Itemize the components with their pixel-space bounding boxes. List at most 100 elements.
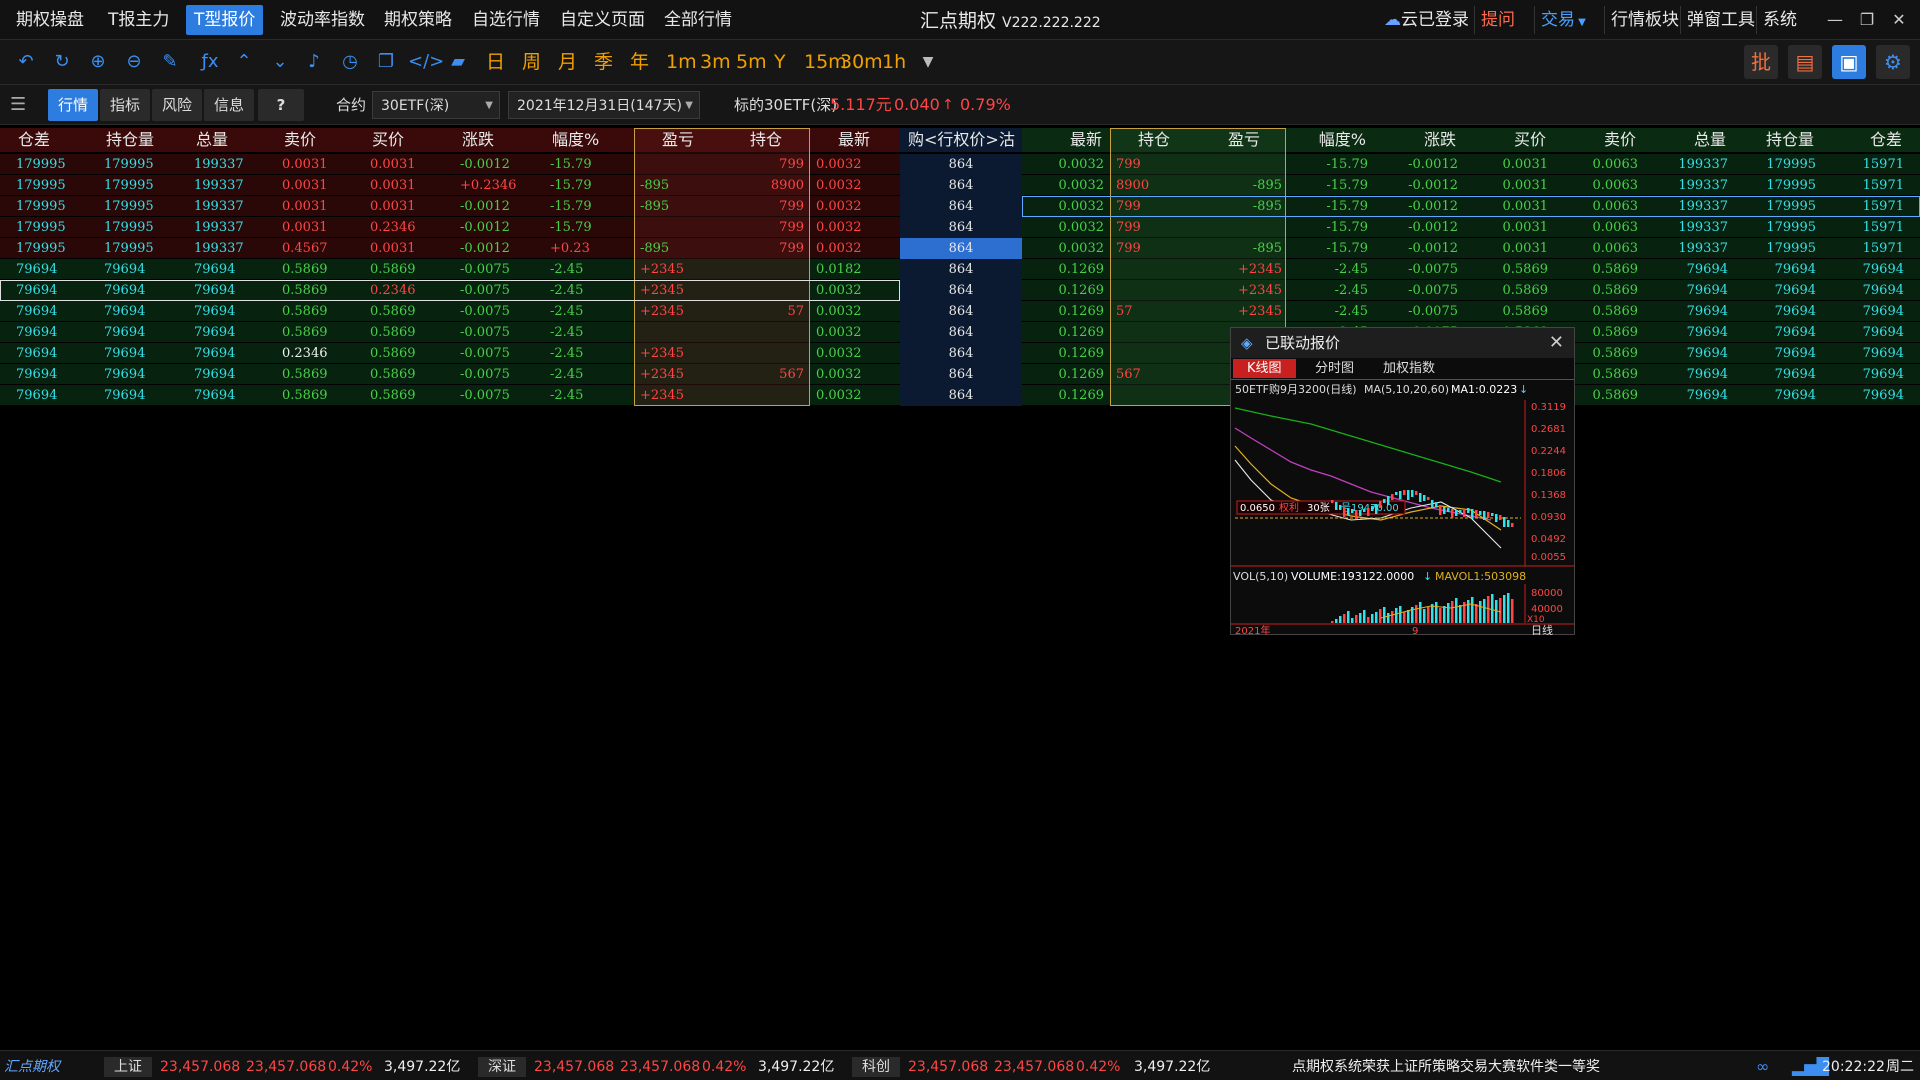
- put-last-cell[interactable]: 0.1269: [1022, 301, 1110, 322]
- call-change-cell[interactable]: -0.0012: [454, 154, 542, 175]
- period-30m[interactable]: 30m: [840, 48, 883, 76]
- put-pct-cell[interactable]: -15.79: [1286, 217, 1374, 238]
- call-pnl-cell[interactable]: -895: [634, 175, 722, 196]
- put-ask-cell[interactable]: 0.5869: [1556, 301, 1644, 322]
- put-bid-cell[interactable]: 0.0031: [1466, 175, 1554, 196]
- put-pnl-cell[interactable]: +2345: [1200, 301, 1288, 322]
- restore-icon[interactable]: ❐: [1852, 6, 1882, 34]
- put-bid-cell[interactable]: 0.5869: [1466, 280, 1554, 301]
- call-bid-cell[interactable]: 0.0031: [364, 196, 452, 217]
- call-last-cell[interactable]: 0.0032: [810, 301, 898, 322]
- call-position-cell[interactable]: 8900: [722, 175, 810, 196]
- call-change-cell[interactable]: -0.0012: [454, 217, 542, 238]
- call-position-cell[interactable]: [722, 322, 810, 343]
- call-pnl-cell[interactable]: +2345: [634, 259, 722, 280]
- put-change-cell[interactable]: -0.0075: [1376, 259, 1464, 280]
- put-change-cell[interactable]: -0.0012: [1376, 175, 1464, 196]
- put-oi-cell[interactable]: 179995: [1734, 217, 1822, 238]
- call-volume-cell[interactable]: 199337: [188, 217, 276, 238]
- zoom-in-icon[interactable]: ⊕: [84, 48, 112, 76]
- put-oi-cell[interactable]: 79694: [1734, 364, 1822, 385]
- put-last-cell[interactable]: 0.1269: [1022, 364, 1110, 385]
- call-change-cell[interactable]: +0.2346: [454, 175, 542, 196]
- call-ask-cell[interactable]: 0.0031: [276, 154, 364, 175]
- put-last-cell[interactable]: 0.0032: [1022, 154, 1110, 175]
- period-year[interactable]: 年: [630, 48, 649, 76]
- put-last-cell[interactable]: 0.0032: [1022, 217, 1110, 238]
- nav-custom-page[interactable]: 自定义页面: [552, 5, 653, 35]
- strike-cell[interactable]: 864: [900, 175, 1022, 196]
- put-oi-cell[interactable]: 79694: [1734, 322, 1822, 343]
- call-volume-cell[interactable]: 79694: [188, 301, 276, 322]
- put-last-cell[interactable]: 0.1269: [1022, 343, 1110, 364]
- gear-icon[interactable]: ⚙: [1876, 45, 1910, 79]
- put-oi-cell[interactable]: 179995: [1734, 154, 1822, 175]
- arrow-down-icon[interactable]: ⌄: [266, 48, 294, 76]
- undo-icon[interactable]: ↶: [12, 48, 40, 76]
- header-put-bid[interactable]: 买价: [1466, 128, 1554, 152]
- header-call-pnl[interactable]: 盈亏: [634, 128, 722, 152]
- call-oi-cell[interactable]: 179995: [98, 238, 186, 259]
- cloud-login-button[interactable]: ☁云已登录: [1378, 6, 1475, 34]
- strike-cell[interactable]: 864: [900, 217, 1022, 238]
- put-volume-cell[interactable]: 79694: [1646, 385, 1734, 406]
- header-put-volume[interactable]: 总量: [1646, 128, 1734, 152]
- strike-cell[interactable]: 864: [900, 301, 1022, 322]
- header-call-bid[interactable]: 买价: [364, 128, 452, 152]
- call-pct-cell[interactable]: -2.45: [544, 385, 632, 406]
- call-volume-cell[interactable]: 79694: [188, 364, 276, 385]
- call-oi-diff-cell[interactable]: 179995: [10, 217, 98, 238]
- put-position-cell[interactable]: 57: [1110, 301, 1198, 322]
- call-pct-cell[interactable]: -2.45: [544, 259, 632, 280]
- call-pct-cell[interactable]: -2.45: [544, 343, 632, 364]
- put-volume-cell[interactable]: 79694: [1646, 343, 1734, 364]
- call-change-cell[interactable]: -0.0012: [454, 196, 542, 217]
- header-put-oi-diff[interactable]: 仓差: [1822, 128, 1910, 152]
- header-call-position[interactable]: 持仓: [722, 128, 810, 152]
- call-pnl-cell[interactable]: +2345: [634, 364, 722, 385]
- put-bid-cell[interactable]: 0.5869: [1466, 259, 1554, 280]
- strike-cell[interactable]: 864: [900, 196, 1022, 217]
- call-bid-cell[interactable]: 0.0031: [364, 238, 452, 259]
- period-5m[interactable]: 5m: [736, 48, 767, 76]
- call-last-cell[interactable]: 0.0032: [810, 217, 898, 238]
- call-oi-diff-cell[interactable]: 79694: [10, 364, 98, 385]
- strike-cell[interactable]: 864: [900, 154, 1022, 175]
- clock-icon[interactable]: ◷: [336, 48, 364, 76]
- call-bid-cell[interactable]: 0.5869: [364, 322, 452, 343]
- call-last-cell[interactable]: 0.0032: [810, 385, 898, 406]
- put-last-cell[interactable]: 0.1269: [1022, 259, 1110, 280]
- put-position-cell[interactable]: [1110, 322, 1198, 343]
- call-last-cell[interactable]: 0.0032: [810, 364, 898, 385]
- period-day[interactable]: 日: [486, 48, 505, 76]
- call-change-cell[interactable]: -0.0075: [454, 364, 542, 385]
- refresh-icon[interactable]: ↻: [48, 48, 76, 76]
- call-ask-cell[interactable]: 0.4567: [276, 238, 364, 259]
- call-last-cell[interactable]: 0.0032: [810, 322, 898, 343]
- put-bid-cell[interactable]: 0.0031: [1466, 154, 1554, 175]
- put-position-cell[interactable]: 799: [1110, 217, 1198, 238]
- nav-t-quote[interactable]: T型报价: [186, 5, 264, 35]
- strike-cell[interactable]: 864: [900, 238, 1022, 259]
- header-call-last[interactable]: 最新: [810, 128, 898, 152]
- put-last-cell[interactable]: 0.0032: [1022, 175, 1110, 196]
- call-last-cell[interactable]: 0.0032: [810, 154, 898, 175]
- tab-indicator[interactable]: 指标: [100, 89, 151, 121]
- call-pct-cell[interactable]: -15.79: [544, 175, 632, 196]
- put-volume-cell[interactable]: 79694: [1646, 322, 1734, 343]
- call-pct-cell[interactable]: -2.45: [544, 322, 632, 343]
- period-1m[interactable]: 1m: [666, 48, 697, 76]
- put-last-cell[interactable]: 0.1269: [1022, 322, 1110, 343]
- put-oi-diff-cell[interactable]: 79694: [1822, 343, 1910, 364]
- call-position-cell[interactable]: 799: [722, 196, 810, 217]
- trade-dropdown[interactable]: 交易 ▼: [1534, 6, 1592, 34]
- system-button[interactable]: 系统: [1756, 6, 1803, 34]
- call-last-cell[interactable]: 0.0032: [810, 175, 898, 196]
- call-oi-cell[interactable]: 79694: [98, 343, 186, 364]
- call-oi-diff-cell[interactable]: 79694: [10, 385, 98, 406]
- nav-option-trading[interactable]: 期权操盘: [8, 5, 92, 35]
- put-volume-cell[interactable]: 79694: [1646, 259, 1734, 280]
- call-bid-cell[interactable]: 0.5869: [364, 301, 452, 322]
- header-put-pct[interactable]: 幅度%: [1286, 128, 1374, 152]
- header-call-ask[interactable]: 卖价: [276, 128, 364, 152]
